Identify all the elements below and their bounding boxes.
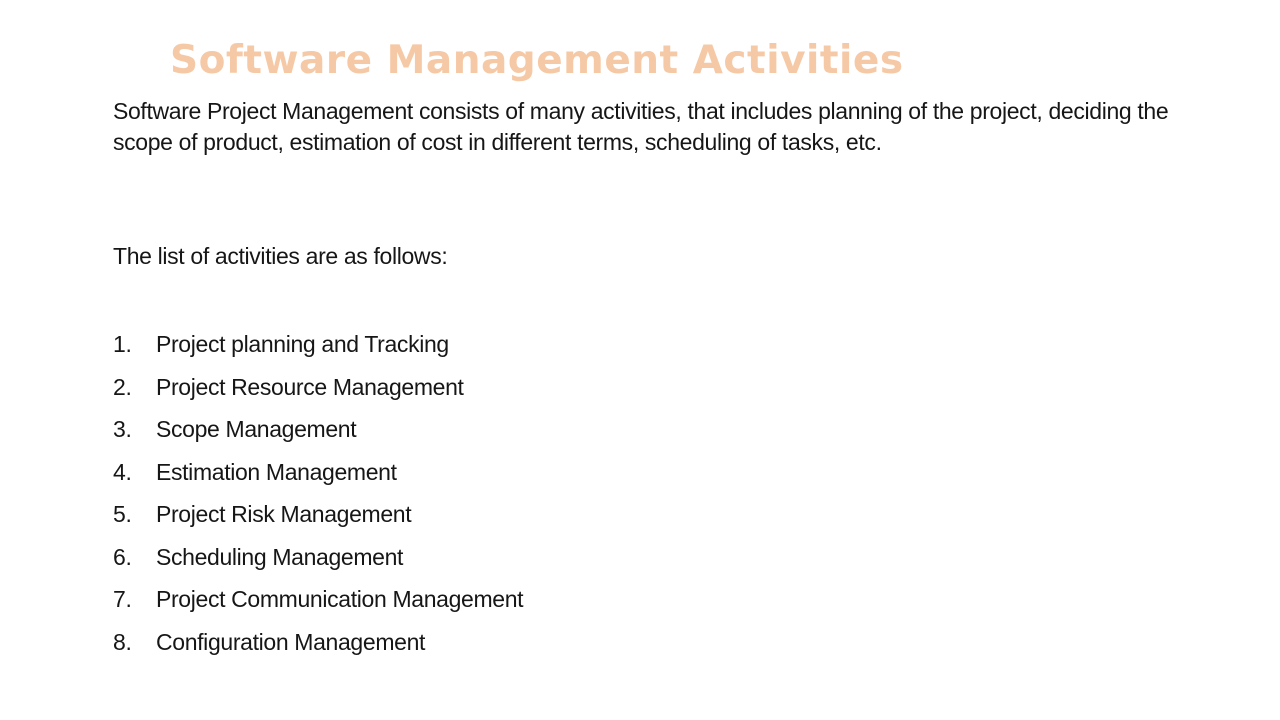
list-item-number: 3. [113,416,132,442]
list-item-label: Scope Management [156,416,357,442]
list-item-label: Project Resource Management [156,373,464,400]
list-item: 6. Scheduling Management [113,540,523,583]
list-item-number: 7. [113,586,132,612]
list-item: 3. Scope Management [113,412,523,455]
intro-block: Software Project Management consists of … [113,96,1173,158]
slide-title: Software Management Activities [170,38,904,83]
list-item-label: Estimation Management [156,458,397,485]
list-item-label: Scheduling Management [156,543,404,570]
list-item: 4. Estimation Management [113,455,523,498]
list-item-label: Project Risk Management [156,501,412,527]
list-lead-text: The list of activities are as follows: [113,243,448,269]
list-item-number: 6. [113,543,132,570]
list-item: 2. Project Resource Management [113,370,523,413]
list-item: 8. Configuration Management [113,625,523,668]
list-item-label: Configuration Management [156,628,426,655]
activities-list: 1. Project planning and Tracking 2. Proj… [113,327,524,668]
intro-paragraph: Software Project Management consists of … [113,98,1169,155]
slide: Software Management Activities Software … [0,0,1280,720]
list-item: 5. Project Risk Management [113,497,523,540]
list-item-number: 4. [113,458,132,485]
list-item: 7. Project Communication Management [113,582,524,625]
list-item-label: Project Communication Management [156,586,524,612]
list-item-number: 2. [113,373,132,400]
list-item-number: 5. [113,501,132,527]
list-item-label: Project planning and Tracking [156,331,449,357]
list-item-number: 1. [113,331,132,357]
list-item-number: 8. [113,628,132,655]
list-item: 1. Project planning and Tracking [113,327,523,370]
